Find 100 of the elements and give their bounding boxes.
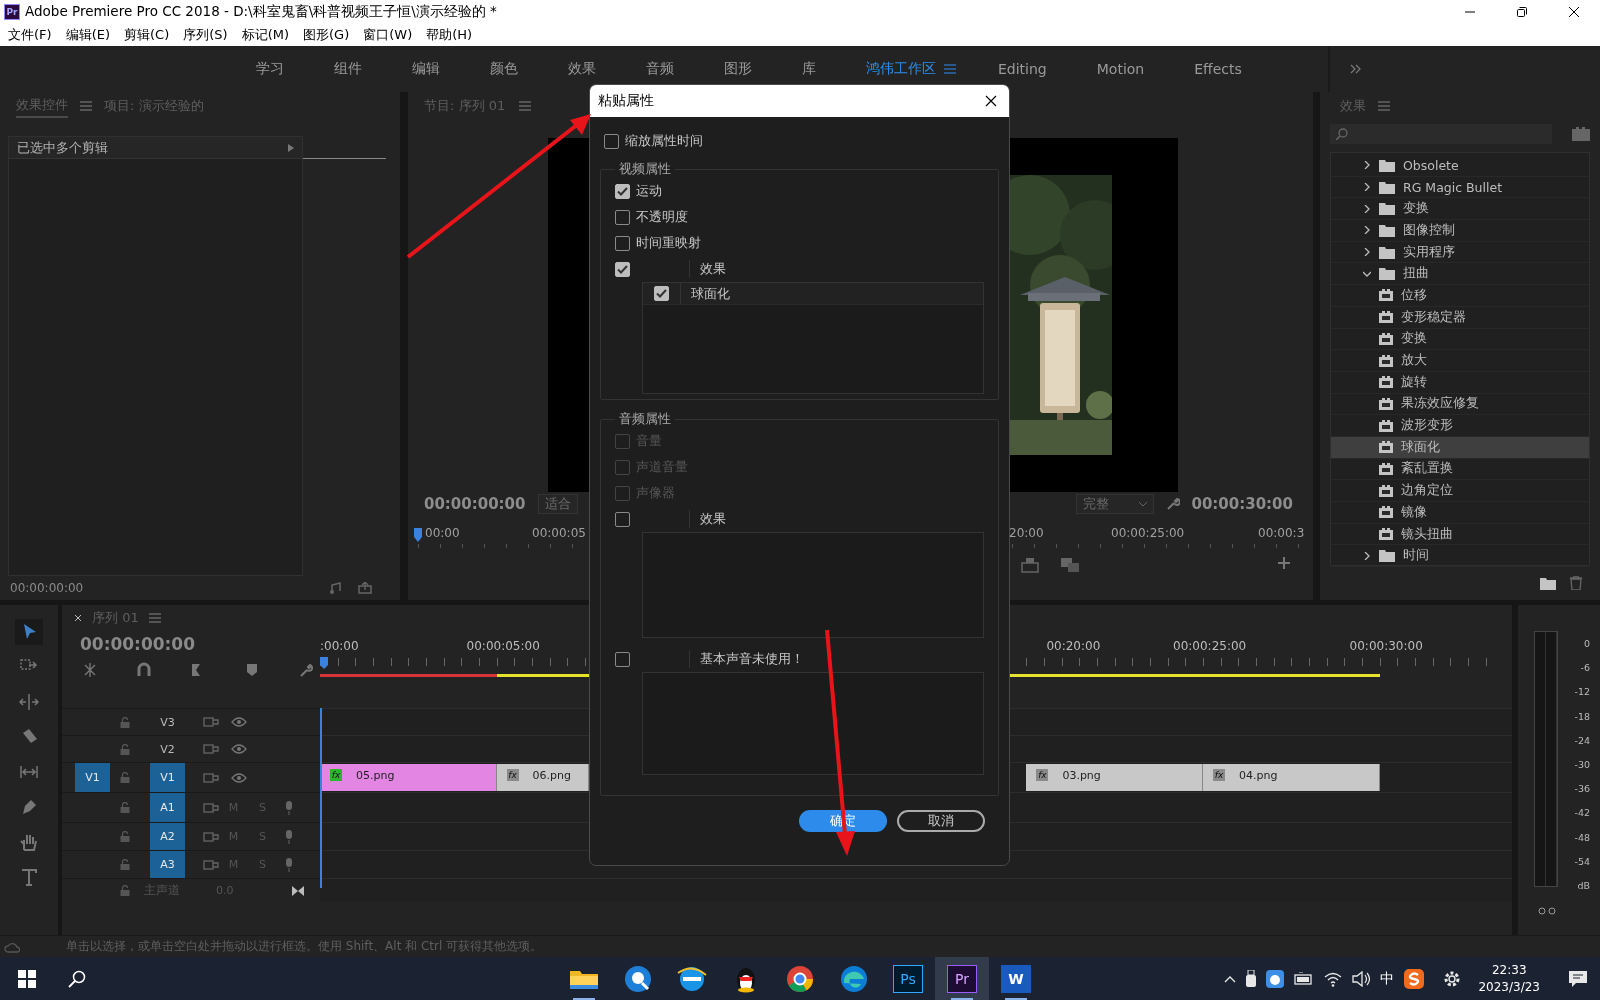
tree-item[interactable]: 变换: [1403, 200, 1429, 218]
source-patch[interactable]: V1: [75, 763, 110, 792]
clip[interactable]: fx 05.png: [320, 764, 497, 791]
menu-item[interactable]: 图形(G): [296, 26, 357, 44]
tree-item[interactable]: 球面化: [1331, 436, 1589, 459]
clock-time[interactable]: 22:33: [1491, 961, 1527, 979]
window-title: Adobe Premiere Pro CC 2018 - D:\科室鬼畜\科普视频王子恒\演示经验的 *: [25, 3, 498, 21]
track-target[interactable]: A2: [150, 823, 185, 850]
workspace-tab[interactable]: 效果: [543, 60, 621, 78]
clip[interactable]: fx 04.png: [1203, 764, 1380, 791]
clip-name: 04.png: [1239, 769, 1278, 782]
app-tile-icon[interactable]: Ps: [893, 964, 923, 993]
workspace-tab[interactable]: 编辑: [387, 60, 465, 78]
timecode: 00:00:00:00: [10, 581, 85, 595]
ruler-label: 00:20:00: [1046, 639, 1101, 653]
clip-header: 已选中多个剪辑: [9, 137, 302, 159]
fx-badge: fx: [1213, 769, 1225, 781]
track-target[interactable]: A1: [150, 793, 185, 822]
tree-item[interactable]: 边角定位: [1331, 480, 1589, 502]
meter-scale-label: -18: [1574, 710, 1590, 722]
track-target[interactable]: V2: [150, 736, 185, 762]
clock-date[interactable]: 2023/3/23: [1478, 978, 1540, 996]
tree-item[interactable]: RG Magic Bullet: [1403, 179, 1503, 195]
checkbox-label: 不透明度: [636, 208, 688, 226]
dialog-title: 粘贴属性: [598, 92, 654, 110]
meter-scale-label: -48: [1574, 831, 1590, 843]
ruler-label: 00:00:25:00: [1111, 526, 1185, 540]
app-tile-icon[interactable]: W: [1001, 964, 1031, 993]
column-header: 效果: [689, 260, 726, 278]
workspace-tab[interactable]: 组件: [309, 60, 387, 78]
tree-item[interactable]: 时间: [1403, 547, 1429, 565]
menu-item[interactable]: 序列(S): [176, 26, 235, 44]
meter-scale-label: -6: [1580, 662, 1590, 674]
tree-item[interactable]: 镜头扭曲: [1331, 523, 1589, 546]
list-item[interactable]: 球面化: [681, 284, 730, 303]
workspace-tab[interactable]: 学习: [231, 60, 309, 78]
tree-item[interactable]: 实用程序: [1403, 243, 1455, 261]
workspace-tab[interactable]: 颜色: [465, 60, 543, 78]
cancel-button[interactable]: 取消: [897, 810, 985, 832]
menu-item[interactable]: 标记(M): [234, 26, 296, 44]
menu-item[interactable]: 编辑(E): [58, 26, 117, 44]
duration: 00:00:30:00: [1191, 495, 1293, 513]
tree-item[interactable]: 波形变形: [1331, 415, 1589, 437]
menu-item[interactable]: 帮助(H): [419, 26, 480, 44]
tree-item[interactable]: 紊乱置换: [1331, 458, 1589, 481]
meter-scale-label: -54: [1574, 855, 1590, 867]
workspace-tab[interactable]: 音频: [621, 60, 699, 78]
meter-scale-label: 0: [1583, 638, 1590, 649]
column-header: 基本声音未使用！: [689, 650, 804, 668]
ruler-label: 00:00:25:00: [1173, 639, 1247, 653]
menu-item[interactable]: 窗口(W): [356, 26, 420, 44]
meter-scale-label: -36: [1574, 783, 1590, 795]
clip[interactable]: fx 03.png: [1026, 764, 1203, 791]
input-method[interactable]: 中: [1380, 969, 1395, 988]
workspace-tab[interactable]: 鸿伟工作区: [841, 60, 944, 78]
tree-item[interactable]: 变换: [1331, 328, 1589, 351]
workspace-tab[interactable]: Editing: [973, 61, 1072, 77]
ruler-label: 00:00:3: [1258, 526, 1305, 540]
column-header: 效果: [689, 510, 726, 528]
meter-scale-label: -12: [1574, 686, 1590, 698]
section-title: 视频属性: [618, 160, 672, 178]
menu-item[interactable]: 剪辑(C): [117, 26, 177, 44]
meter-scale-label: dB: [1577, 880, 1590, 891]
section-title: 音频属性: [618, 410, 672, 428]
tree-item[interactable]: Obsolete: [1403, 157, 1459, 173]
workspace-tab[interactable]: Motion: [1071, 61, 1170, 77]
tree-item[interactable]: 变形稳定器: [1331, 306, 1589, 329]
timecode: 00:00:00:00: [424, 495, 526, 513]
ruler-label: 20:00: [1009, 526, 1044, 540]
meter-scale-label: -24: [1574, 734, 1590, 746]
ruler-label: 00:00:30:00: [1349, 639, 1423, 653]
clip-name: 05.png: [356, 769, 395, 782]
track-target[interactable]: V1: [150, 763, 185, 792]
tree-item[interactable]: 扭曲: [1403, 265, 1429, 283]
track-target[interactable]: V3: [150, 709, 185, 735]
tree-item[interactable]: 图像控制: [1403, 221, 1455, 239]
panel-title: 效果: [1340, 97, 1366, 115]
clip[interactable]: fx 06.png: [496, 764, 589, 791]
tree-item[interactable]: 位移: [1331, 285, 1589, 307]
ruler-label: :00:00: [320, 639, 359, 653]
ruler-label: 00:00:05: [532, 526, 586, 540]
meter-scale-label: -30: [1574, 759, 1590, 770]
tree-item[interactable]: 镜像: [1331, 502, 1589, 524]
clip-name: 03.png: [1062, 769, 1101, 782]
tree-item[interactable]: 放大: [1331, 350, 1589, 372]
workspace-tab[interactable]: 图形: [699, 60, 777, 78]
tree-item[interactable]: 旋转: [1331, 371, 1589, 394]
fx-badge: fx: [1036, 769, 1049, 781]
tree-item[interactable]: 果冻效应修复: [1331, 393, 1589, 416]
track-target[interactable]: A3: [150, 851, 185, 878]
menu-item[interactable]: 文件(F): [1, 26, 59, 44]
workspace-tab[interactable]: Effects: [1169, 61, 1267, 77]
workspace-tab[interactable]: 库: [777, 60, 841, 78]
app-logo: Pr: [4, 4, 20, 20]
timecode: 00:00:00:00: [79, 633, 197, 654]
app-tile-icon[interactable]: Pr: [947, 964, 977, 993]
meter-scale-label: -42: [1574, 807, 1590, 819]
fx-badge: fx: [506, 769, 519, 781]
fx-badge: fx: [330, 769, 342, 781]
checkbox-label: 缩放属性时间: [625, 132, 703, 150]
